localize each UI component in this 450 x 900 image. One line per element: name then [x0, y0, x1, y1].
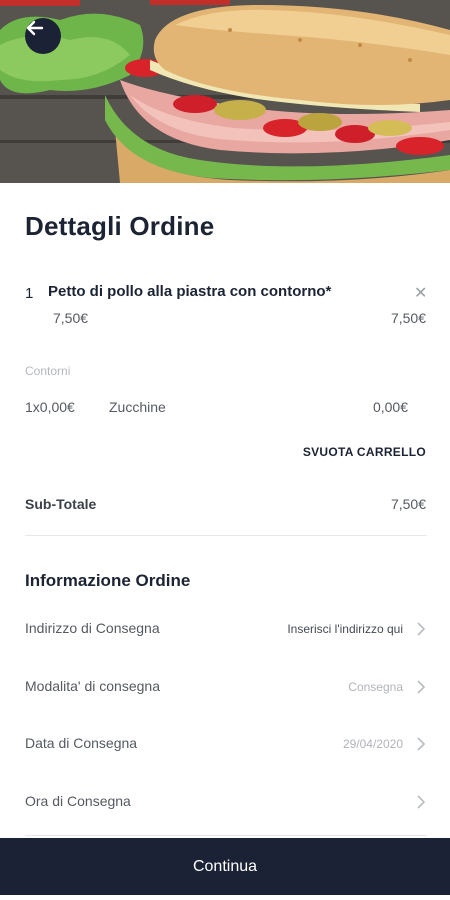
item-unit-price: 7,50€: [53, 310, 89, 326]
row-label: Data di Consegna: [25, 735, 138, 751]
continue-label: Continua: [192, 857, 258, 875]
chevron-right-icon: [417, 795, 426, 809]
continue-button[interactable]: Continua: [0, 838, 450, 895]
delivery-date-row[interactable]: Data di Consegna 29/04/2020: [0, 725, 450, 765]
empty-cart-button[interactable]: SVUOTA CARRELLO: [303, 445, 426, 459]
hero-image: [0, 0, 450, 183]
chevron-right-icon: [417, 622, 426, 636]
sandwich-photo: [0, 0, 450, 183]
sides-label: Contorni: [25, 364, 71, 378]
item-total-price: 7,50€: [390, 310, 426, 326]
row-value: Inserisci l'indirizzo qui: [287, 622, 403, 636]
subtotal-value: 7,50€: [390, 496, 426, 512]
side-qty-price: 1x0,00€: [25, 399, 75, 415]
delivery-time-row[interactable]: Ora di Consegna: [0, 783, 450, 823]
arrow-left-icon: [26, 20, 44, 36]
chevron-right-icon: [417, 737, 426, 751]
row-label: Modalita' di consegna: [25, 678, 160, 694]
side-name: Zucchine: [109, 399, 166, 415]
item-quantity: 1: [25, 285, 34, 302]
row-value: 29/04/2020: [342, 737, 403, 751]
item-name: Petto di pollo alla piastra con contorno…: [48, 283, 332, 300]
page-title: Dettagli Ordine: [25, 211, 215, 241]
delivery-mode-row[interactable]: Modalita' di consegna Consegna: [0, 668, 450, 708]
row-label: Indirizzo di Consegna: [25, 620, 160, 636]
delivery-address-row[interactable]: Indirizzo di Consegna Inserisci l'indiri…: [0, 610, 450, 650]
close-icon[interactable]: ✕: [414, 283, 427, 303]
subtotal-label: Sub-Totale: [25, 496, 97, 512]
chevron-right-icon: [417, 680, 426, 694]
divider: [25, 535, 427, 536]
row-value: Consegna: [348, 680, 403, 694]
side-price: 0,00€: [372, 399, 408, 415]
order-details-panel: Dettagli Ordine 1 Petto di pollo alla pi…: [0, 183, 450, 838]
divider: [25, 835, 427, 836]
back-button[interactable]: [25, 18, 61, 54]
info-section-title: Informazione Ordine: [25, 571, 191, 590]
row-label: Ora di Consegna: [25, 793, 131, 809]
